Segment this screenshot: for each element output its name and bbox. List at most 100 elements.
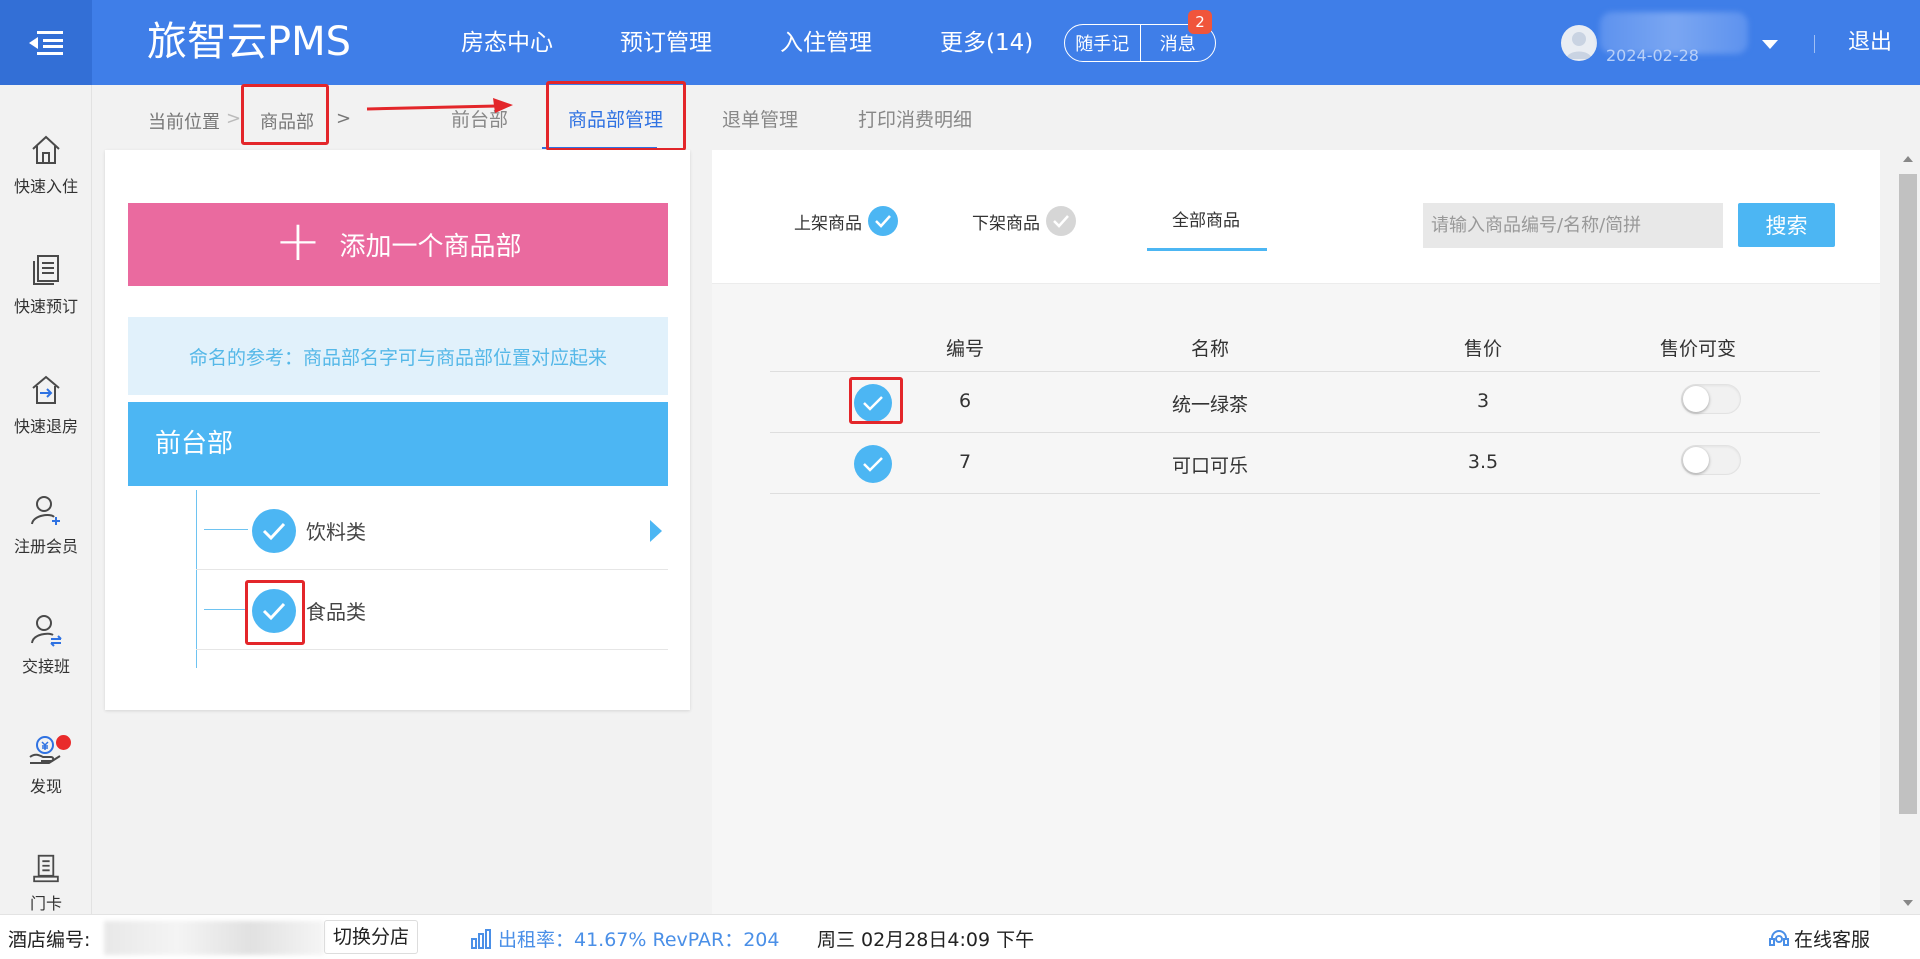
table-row[interactable]: 6 统一绿茶 3: [770, 372, 1820, 433]
sidebar-item-quick-booking[interactable]: 快速预订: [0, 253, 92, 353]
current-datetime: 周三 02月28日4:09 下午: [817, 929, 1035, 951]
menu-collapse-button[interactable]: [0, 0, 92, 85]
check-circle-icon: [868, 206, 898, 236]
sidebar-item-label: 注册会员: [13, 537, 78, 556]
quick-note-button[interactable]: 随手记: [1065, 25, 1141, 61]
sidebar-item-quick-checkout[interactable]: 快速退房: [0, 373, 92, 473]
shift-handover-icon: [31, 615, 62, 647]
sidebar-item-label: 快速退房: [13, 417, 78, 436]
sidebar-item-label: 门卡: [29, 894, 62, 913]
avatar[interactable]: [1561, 25, 1597, 61]
filter-on-shelf-label: 上架商品: [794, 213, 862, 234]
card-icon: [33, 854, 59, 883]
filter-on-shelf[interactable]: 上架商品: [794, 206, 898, 236]
user-avatar-icon: [1566, 32, 1592, 59]
nav-checkin[interactable]: 入住管理: [780, 26, 872, 60]
cell-id: 7: [958, 451, 972, 473]
check-circle-icon[interactable]: [252, 589, 296, 633]
scroll-thumb[interactable]: [1899, 174, 1917, 814]
filter-off-shelf-label: 下架商品: [972, 213, 1040, 234]
cell-name: 可口可乐: [1171, 455, 1249, 477]
cell-id: 6: [958, 390, 972, 412]
active-tab-indicator: [542, 147, 657, 149]
category-item-drinks[interactable]: 饮料类: [196, 490, 668, 570]
search-input[interactable]: [1423, 203, 1723, 248]
document-icon: [33, 255, 59, 285]
tab-goods-management[interactable]: 商品部管理: [568, 105, 663, 132]
category-label: 饮料类: [306, 520, 366, 544]
add-user-icon: [31, 496, 60, 525]
tree-branch: [204, 529, 248, 530]
online-service-button[interactable]: 在线客服: [1768, 925, 1870, 952]
top-bar: 旅智云PMS 房态中心 预订管理 入住管理 更多(14) 随手记 消息 2 20…: [0, 0, 1920, 85]
switch-branch-button[interactable]: 切换分店: [324, 920, 419, 954]
online-service-label: 在线客服: [1794, 929, 1871, 951]
message-count-badge: 2: [1188, 10, 1212, 34]
nav-more[interactable]: 更多(14): [940, 26, 1033, 60]
divider: [1814, 35, 1815, 53]
sidebar-item-label: 快速入住: [13, 177, 78, 196]
logout-button[interactable]: 退出: [1848, 27, 1892, 59]
toggle-knob: [1683, 386, 1709, 412]
category-item-food[interactable]: 食品类: [196, 570, 668, 650]
status-bar: 酒店编号: 切换分店 出租率：41.67% RevPAR：204 周三 02月2…: [0, 914, 1920, 959]
sidebar-item-label: 发现: [29, 777, 62, 796]
triangle-right-icon: [650, 520, 662, 542]
sidebar-item-shift-handover[interactable]: 交接班: [0, 613, 92, 713]
filter-all-label: 全部商品: [1172, 211, 1240, 231]
cell-name: 统一绿茶: [1171, 394, 1249, 416]
annotation-arrow: [366, 98, 513, 113]
category-label: 食品类: [306, 600, 366, 624]
column-header: 编号: [945, 338, 985, 360]
tab-print-consumption[interactable]: 打印消费明细: [858, 105, 972, 132]
cell-price: 3: [1476, 390, 1490, 412]
price-variable-toggle[interactable]: [1681, 384, 1741, 414]
check-circle-icon: [1046, 206, 1076, 236]
breadcrumb-current[interactable]: 商品部: [260, 108, 314, 134]
filter-off-shelf[interactable]: 下架商品: [972, 206, 1076, 236]
active-filter-indicator: [1147, 248, 1267, 251]
breadcrumb-separator: >: [336, 108, 352, 129]
toggle-knob: [1683, 447, 1709, 473]
column-header: 售价: [1463, 338, 1503, 360]
menu-collapse-icon: [29, 30, 63, 55]
headset-icon: [1769, 929, 1789, 946]
department-panel: + 添加一个商品部 命名的参考：商品部名字可与商品部位置对应起来 前台部 饮料类…: [105, 150, 690, 710]
nav-reservation[interactable]: 预订管理: [620, 26, 712, 60]
breadcrumb-prefix: 当前位置: [148, 112, 220, 133]
hotel-number-redacted: [104, 921, 324, 955]
search-button[interactable]: 搜索: [1738, 203, 1835, 247]
table-row[interactable]: 7 可口可乐 3.5: [770, 433, 1820, 494]
nav-room-status[interactable]: 房态中心: [461, 26, 553, 60]
occupancy-stats: 出租率：41.67% RevPAR：204: [470, 925, 779, 952]
sidebar-item-label: 交接班: [21, 657, 70, 676]
user-date: 2024-02-28: [1606, 46, 1699, 65]
check-circle-icon[interactable]: [854, 384, 892, 422]
checkout-icon: [32, 375, 60, 404]
check-circle-icon[interactable]: [252, 509, 296, 553]
notification-dot: [56, 735, 71, 750]
sidebar-item-discover[interactable]: 发现: [0, 733, 92, 833]
scrollbar[interactable]: [1896, 150, 1920, 914]
sidebar-item-register-member[interactable]: 注册会员: [0, 493, 92, 593]
breadcrumb-tab-bar: 当前位置 > 商品部 > 前台部 商品部管理 退单管理 打印消费明细: [92, 85, 1920, 149]
tab-refund-management[interactable]: 退单管理: [722, 105, 798, 132]
department-header[interactable]: 前台部: [128, 402, 668, 486]
sidebar: 快速入住 快速预订 快速退房 注册会员 交接班 发现 门卡: [0, 85, 92, 914]
scroll-up-icon[interactable]: [1903, 156, 1913, 162]
scroll-down-icon[interactable]: [1903, 900, 1913, 906]
filter-bar: 上架商品 下架商品 全部商品 搜索: [712, 150, 1880, 284]
column-header: 名称: [1190, 338, 1230, 360]
filter-all[interactable]: 全部商品: [1172, 206, 1240, 231]
chevron-down-icon[interactable]: [1762, 40, 1778, 49]
check-circle-icon[interactable]: [854, 445, 892, 483]
sidebar-item-room-card[interactable]: 门卡: [0, 853, 92, 914]
add-department-button[interactable]: + 添加一个商品部: [128, 203, 668, 286]
breadcrumb-separator: >: [226, 108, 242, 129]
add-department-label: 添加一个商品部: [339, 232, 522, 262]
sidebar-item-label: 快速预订: [13, 297, 78, 316]
sidebar-item-quick-checkin[interactable]: 快速入住: [0, 133, 92, 233]
price-variable-toggle[interactable]: [1681, 445, 1741, 475]
column-header: 售价可变: [1659, 338, 1737, 360]
occupancy-text: 出租率：41.67% RevPAR：204: [498, 929, 780, 951]
